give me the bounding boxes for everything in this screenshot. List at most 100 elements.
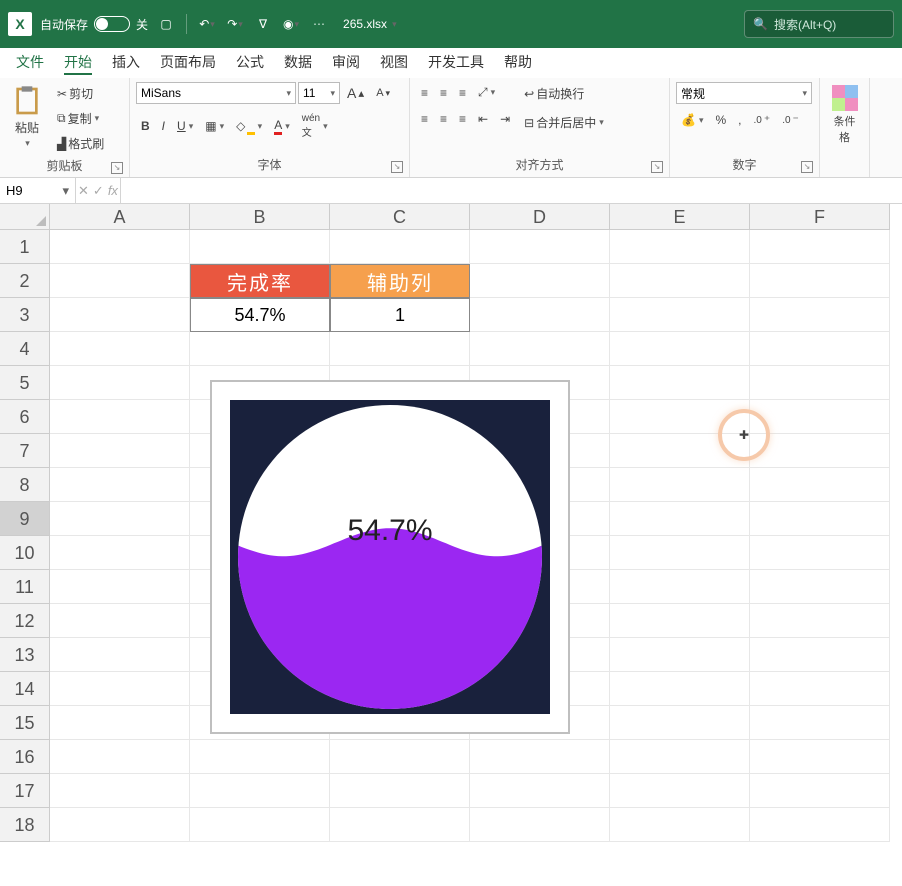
percent-button[interactable]: % <box>710 110 731 130</box>
indent-decrease-button[interactable]: ⇤ <box>473 109 493 129</box>
cell[interactable] <box>50 468 190 502</box>
cancel-icon[interactable]: ✕ <box>78 183 89 199</box>
tab-help[interactable]: 帮助 <box>494 46 542 78</box>
align-left-button[interactable]: ≡ <box>416 109 433 129</box>
dialog-launcher-icon[interactable]: ↘ <box>111 162 123 174</box>
row-header-17[interactable]: 17 <box>0 774 50 808</box>
formula-input[interactable] <box>121 178 902 203</box>
cell-C2[interactable]: 辅助列 <box>330 264 470 298</box>
cell[interactable] <box>190 774 330 808</box>
align-middle-button[interactable]: ≡ <box>435 83 452 103</box>
cell[interactable] <box>750 536 890 570</box>
cell[interactable] <box>750 366 890 400</box>
column-header-C[interactable]: C <box>330 204 470 230</box>
cell[interactable] <box>330 774 470 808</box>
dialog-launcher-icon[interactable]: ↘ <box>801 161 813 173</box>
column-header-F[interactable]: F <box>750 204 890 230</box>
dialog-launcher-icon[interactable]: ↘ <box>391 161 403 173</box>
font-size-select[interactable]: 11▾ <box>298 82 340 104</box>
phonetic-button[interactable]: wén文▾ <box>297 110 333 142</box>
row-header-10[interactable]: 10 <box>0 536 50 570</box>
conditional-format-button[interactable]: 条件格 <box>826 82 863 148</box>
tab-file[interactable]: 文件 <box>6 46 54 78</box>
cell[interactable] <box>750 570 890 604</box>
paste-button[interactable]: 粘贴 ▾ <box>6 82 48 152</box>
column-headers[interactable]: ABCDEF <box>50 204 890 230</box>
tab-layout[interactable]: 页面布局 <box>150 46 226 78</box>
cell[interactable] <box>470 808 610 842</box>
cell[interactable] <box>470 740 610 774</box>
cut-button[interactable]: ✂ 剪切 <box>52 82 109 105</box>
font-color-button[interactable]: A▾ <box>269 115 295 138</box>
cell[interactable] <box>750 706 890 740</box>
column-header-D[interactable]: D <box>470 204 610 230</box>
merge-center-button[interactable]: ⊟ 合并后居中▾ <box>519 111 609 134</box>
select-all-button[interactable] <box>0 204 50 230</box>
cell[interactable] <box>190 740 330 774</box>
cell[interactable] <box>50 740 190 774</box>
cell[interactable] <box>50 298 190 332</box>
cell[interactable] <box>610 570 750 604</box>
cell-C3[interactable]: 1 <box>330 298 470 332</box>
cell[interactable] <box>330 230 470 264</box>
autosave-toggle[interactable]: 自动保存 关 <box>40 16 148 33</box>
format-painter-button[interactable]: ▟ 格式刷 <box>52 132 109 155</box>
redo-icon[interactable]: ↷▾ <box>225 14 245 34</box>
cell[interactable] <box>610 298 750 332</box>
cell[interactable] <box>50 570 190 604</box>
font-name-select[interactable]: MiSans▾ <box>136 82 296 104</box>
cell[interactable] <box>750 672 890 706</box>
align-top-button[interactable]: ≡ <box>416 83 433 103</box>
cell[interactable] <box>330 808 470 842</box>
cell[interactable] <box>610 740 750 774</box>
cell[interactable] <box>610 808 750 842</box>
cell[interactable] <box>50 332 190 366</box>
chart-object[interactable]: 54.7% <box>210 380 570 734</box>
indent-increase-button[interactable]: ⇥ <box>495 109 515 129</box>
cell[interactable] <box>750 434 890 468</box>
borders-button[interactable]: ▦▾ <box>200 116 229 136</box>
camera-icon[interactable]: ◉▾ <box>281 14 301 34</box>
tab-formula[interactable]: 公式 <box>226 46 274 78</box>
cell[interactable] <box>470 332 610 366</box>
cell[interactable] <box>610 638 750 672</box>
save-icon[interactable]: ▢ <box>156 14 176 34</box>
copy-button[interactable]: ⧉ 复制▾ <box>52 107 109 130</box>
cell[interactable] <box>610 672 750 706</box>
row-header-2[interactable]: 2 <box>0 264 50 298</box>
tab-home[interactable]: 开始 <box>54 46 102 78</box>
row-header-13[interactable]: 13 <box>0 638 50 672</box>
cell[interactable] <box>610 400 750 434</box>
qat-more-icon[interactable]: ⋯ <box>309 14 329 34</box>
cell[interactable] <box>470 264 610 298</box>
cell[interactable] <box>330 332 470 366</box>
tab-review[interactable]: 审阅 <box>322 46 370 78</box>
cell[interactable] <box>50 638 190 672</box>
cell[interactable] <box>750 400 890 434</box>
cell[interactable] <box>750 468 890 502</box>
cell[interactable] <box>50 434 190 468</box>
cell[interactable] <box>470 298 610 332</box>
cell[interactable] <box>750 298 890 332</box>
tab-insert[interactable]: 插入 <box>102 46 150 78</box>
cell[interactable] <box>50 672 190 706</box>
align-right-button[interactable]: ≡ <box>454 109 471 129</box>
comma-button[interactable]: , <box>733 110 746 130</box>
column-header-B[interactable]: B <box>190 204 330 230</box>
row-headers[interactable]: 123456789101112131415161718 <box>0 230 50 842</box>
row-header-8[interactable]: 8 <box>0 468 50 502</box>
cell[interactable] <box>750 638 890 672</box>
cell[interactable] <box>610 366 750 400</box>
cell[interactable] <box>610 706 750 740</box>
cell[interactable] <box>610 332 750 366</box>
cell[interactable] <box>750 604 890 638</box>
cell[interactable] <box>50 536 190 570</box>
row-header-5[interactable]: 5 <box>0 366 50 400</box>
row-header-11[interactable]: 11 <box>0 570 50 604</box>
column-header-E[interactable]: E <box>610 204 750 230</box>
cell[interactable] <box>190 332 330 366</box>
row-header-4[interactable]: 4 <box>0 332 50 366</box>
name-box[interactable]: H9 ▾ <box>0 178 76 203</box>
cell[interactable] <box>750 740 890 774</box>
filename[interactable]: 265.xlsx ▾ <box>343 17 397 31</box>
